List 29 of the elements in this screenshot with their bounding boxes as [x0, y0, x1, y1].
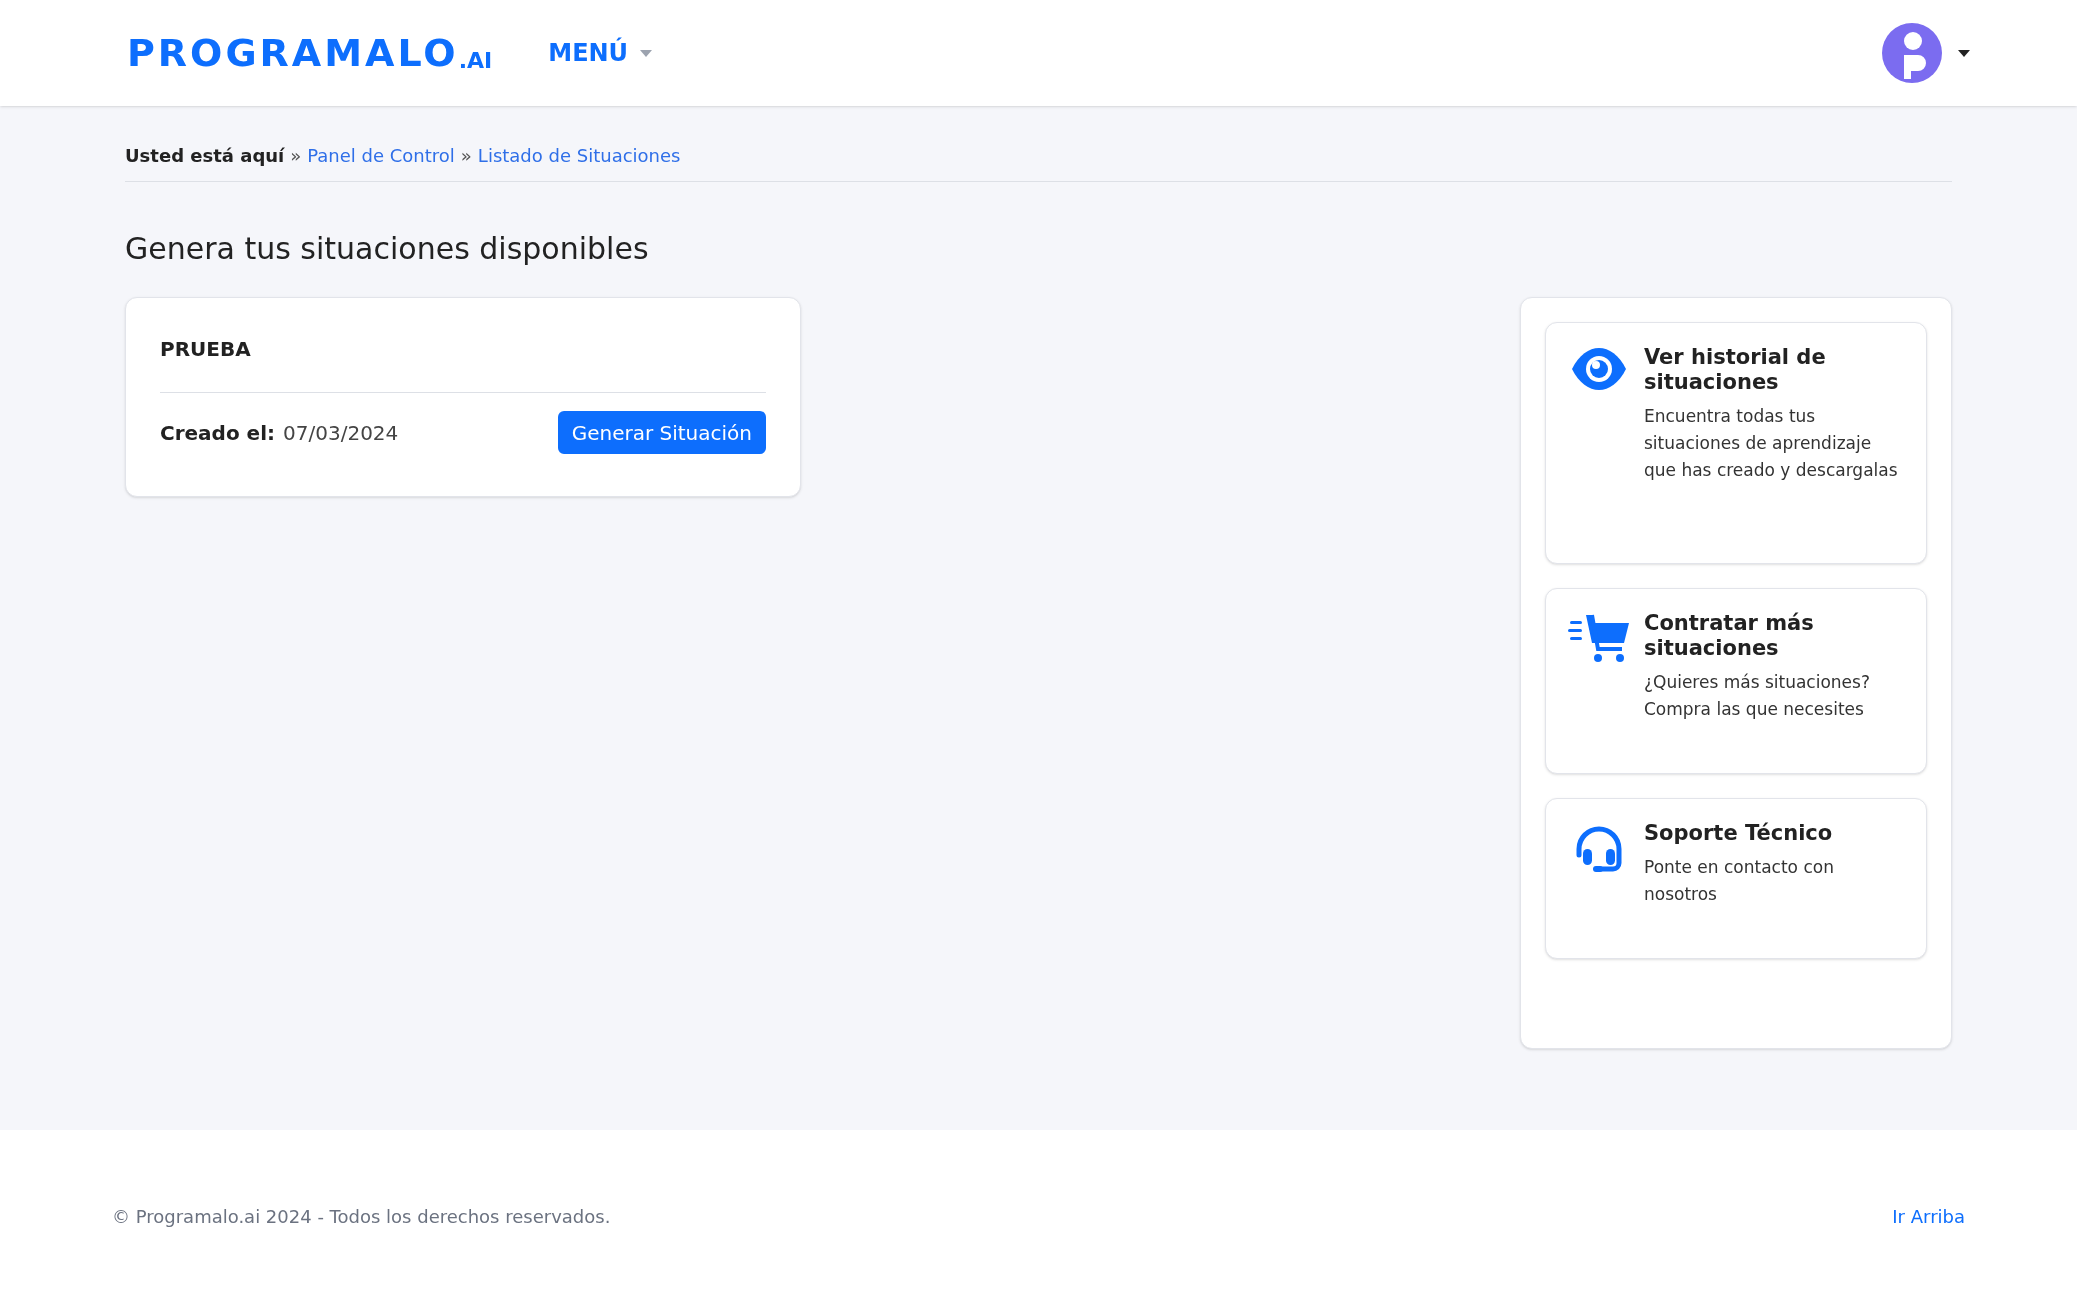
- breadcrumb-link[interactable]: Panel de Control: [307, 142, 455, 169]
- action-title: Ver historial de situaciones: [1644, 345, 1827, 395]
- action-description: Ponte en contacto con nosotros: [1644, 856, 1835, 906]
- action-description: ¿Quieres más situaciones? Compra las que necesites: [1644, 671, 1871, 721]
- avatar-icon[interactable]: [1882, 23, 1942, 83]
- caret-icon[interactable]: [1958, 49, 1970, 57]
- action-card[interactable]: Ver historial de situaciones Encuentra todas tus situaciones de aprendizaje que has creado y descargalas: [1545, 322, 1927, 564]
- copyright-text: © Programalo.ai 2024 - Todos los derechos reservados.: [112, 1205, 611, 1229]
- action-card[interactable]: Soporte Técnico Ponte en contacto con nosotros: [1545, 798, 1927, 959]
- shopping-cart-icon: [1568, 613, 1630, 663]
- breadcrumb-link[interactable]: Listado de Situaciones: [477, 142, 681, 169]
- eye-icon: [1571, 347, 1627, 391]
- page-heading: Genera tus situaciones disponibles: [125, 230, 650, 268]
- action-card[interactable]: Contratar más situaciones ¿Quieres más situaciones? Compra las que necesites: [1545, 588, 1927, 774]
- breadcrumb-separator: »: [290, 144, 302, 168]
- created-label: Creado el:: [160, 419, 276, 447]
- breadcrumb-separator: »: [460, 144, 472, 168]
- logo-suffix: .AI: [458, 50, 493, 72]
- menu-button[interactable]: MENÚ: [548, 35, 653, 71]
- caret-icon: [640, 49, 653, 57]
- back-to-top-link[interactable]: Ir Arriba: [1892, 1203, 1965, 1230]
- breadcrumb-label: Usted está aquí: [125, 144, 285, 168]
- action-title: Soporte Técnico: [1644, 821, 1834, 846]
- action-title: Contratar más situaciones: [1644, 611, 1815, 661]
- created-date: 07/03/2024: [283, 419, 399, 447]
- situation-title: PRUEBA: [160, 336, 252, 363]
- logo[interactable]: PROGRAMALO: [127, 34, 459, 72]
- generate-button[interactable]: Generar Situación: [557, 411, 766, 454]
- action-description: Encuentra todas tus situaciones de aprendizaje que has creado y descargalas: [1644, 405, 1899, 482]
